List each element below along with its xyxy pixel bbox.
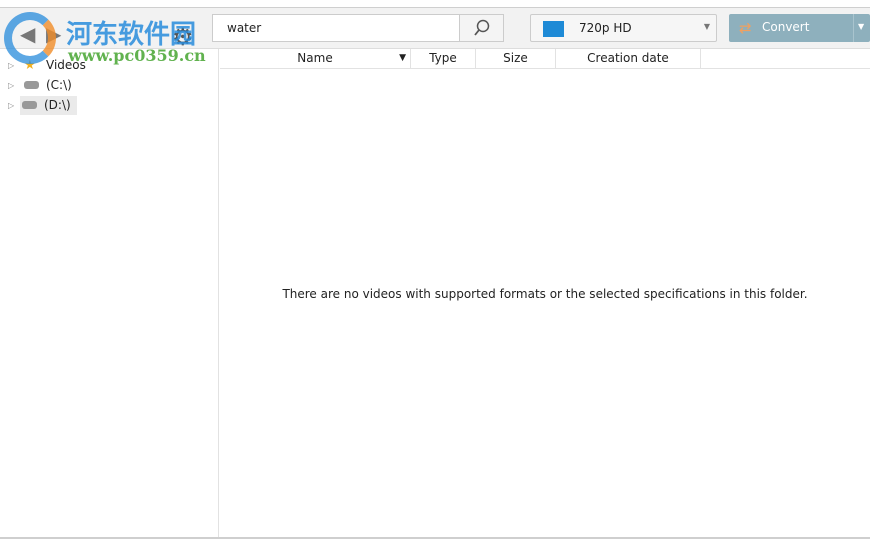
tree-item-c-drive[interactable]: ▷ (C:\) bbox=[8, 75, 72, 95]
column-name[interactable]: Name ▼ bbox=[220, 49, 411, 69]
format-dropdown[interactable]: 720p HD ▼ bbox=[530, 14, 717, 42]
column-type[interactable]: Type bbox=[411, 49, 476, 69]
tree-item-d-drive[interactable]: ▷ (D:\) bbox=[8, 95, 77, 115]
selected-highlight: (D:\) bbox=[20, 95, 77, 115]
file-list-header: Name ▼ Type Size Creation date bbox=[220, 49, 870, 69]
expand-icon[interactable]: ▷ bbox=[8, 61, 18, 70]
column-label: Creation date bbox=[587, 51, 669, 65]
convert-button[interactable]: ⇄ Convert ▼ bbox=[729, 14, 870, 42]
drive-icon bbox=[22, 98, 38, 113]
search-box bbox=[212, 14, 504, 42]
search-input[interactable] bbox=[213, 15, 459, 41]
format-label: 720p HD bbox=[579, 21, 632, 35]
convert-label: Convert bbox=[762, 20, 810, 34]
tree-item-label: (C:\) bbox=[46, 78, 72, 92]
folder-tree: ▷ ★ Videos ▷ (C:\) ▷ (D:\) bbox=[0, 49, 219, 539]
convert-icon: ⇄ bbox=[739, 19, 752, 37]
convert-options-chevron-icon[interactable]: ▼ bbox=[858, 22, 864, 31]
expand-icon[interactable]: ▷ bbox=[8, 101, 18, 110]
settings-gear-icon[interactable]: ⚙ bbox=[172, 23, 194, 51]
empty-message: There are no videos with supported forma… bbox=[282, 287, 808, 301]
drive-icon bbox=[24, 78, 40, 93]
column-label: Type bbox=[429, 51, 457, 65]
star-folder-icon: ★ bbox=[24, 57, 36, 73]
column-size[interactable]: Size bbox=[476, 49, 556, 69]
toolbar: ◀ ▶ ⚙ 720p HD ▼ ⇄ Convert ▼ bbox=[0, 8, 870, 51]
chevron-down-icon: ▼ bbox=[703, 22, 710, 31]
tree-item-label: Videos bbox=[46, 58, 86, 72]
divider bbox=[853, 14, 854, 42]
column-label: Name bbox=[297, 51, 333, 65]
back-icon[interactable]: ◀ bbox=[20, 22, 35, 46]
clapperboard-icon bbox=[543, 21, 564, 37]
tree-item-label: (D:\) bbox=[44, 97, 71, 112]
sort-down-icon: ▼ bbox=[399, 53, 406, 63]
search-icon bbox=[473, 19, 489, 36]
column-label: Size bbox=[503, 51, 528, 65]
forward-icon[interactable]: ▶ bbox=[46, 22, 61, 46]
column-creation-date[interactable]: Creation date bbox=[556, 49, 701, 69]
window-top-strip bbox=[0, 0, 870, 8]
tree-item-videos[interactable]: ▷ ★ Videos bbox=[8, 55, 86, 75]
search-button[interactable] bbox=[459, 15, 503, 41]
expand-icon[interactable]: ▷ bbox=[8, 81, 18, 90]
